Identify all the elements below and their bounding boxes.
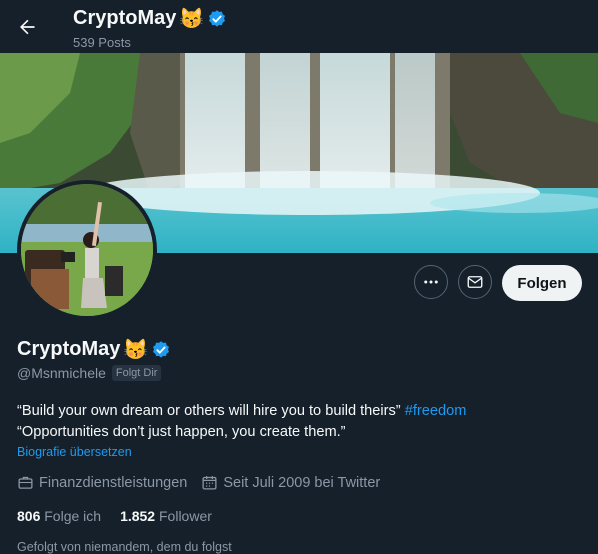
bio-line-2: “Opportunities don’t just happen, you cr… (17, 424, 346, 440)
follow-stats: 806 Folge ich 1.852 Follower (17, 508, 231, 524)
avatar[interactable] (21, 184, 153, 316)
joined-label: Seit Juli 2009 bei Twitter (223, 474, 381, 491)
follows-you-badge: Folgt Dir (111, 365, 162, 381)
back-button[interactable] (14, 14, 40, 40)
follow-button[interactable]: Folgen (502, 265, 582, 301)
profile-name-text: CryptoMay (17, 338, 121, 360)
profile-meta: Finanzdienstleistungen Seit Juli 2009 be… (17, 474, 394, 491)
arrow-left-icon (20, 19, 35, 35)
handle-row: @Msnmichele Folgt Dir (17, 365, 162, 381)
hashtag-link[interactable]: #freedom (405, 403, 467, 419)
category-item: Finanzdienstleistungen (17, 474, 187, 491)
profile-bio: “Build your own dream or others will hir… (17, 401, 466, 443)
profile-display-name: CryptoMay 😽 (17, 337, 171, 362)
profile-handle: @Msnmichele (17, 365, 106, 381)
header-display-name: CryptoMay 😽 (73, 6, 227, 31)
following-count: 806 (17, 508, 41, 524)
bio-line-1: “Build your own dream or others will hir… (17, 401, 466, 422)
more-dots-icon (424, 280, 438, 284)
followers-link[interactable]: 1.852 Follower (120, 508, 212, 524)
translate-bio-link[interactable]: Biografie übersetzen (17, 445, 132, 459)
profile-header: CryptoMay 😽 539 Posts (0, 0, 598, 53)
avatar-image (21, 184, 153, 316)
verified-badge-icon (209, 9, 226, 27)
header-name-text: CryptoMay (73, 7, 177, 29)
joined-item: Seit Juli 2009 bei Twitter (201, 474, 380, 491)
following-label: Folge ich (44, 508, 102, 524)
posts-count: 539 Posts (73, 35, 131, 50)
known-followers-text: Gefolgt von niemandem, dem du folgst (17, 540, 232, 554)
envelope-icon (467, 276, 483, 288)
followers-count: 1.852 (120, 508, 156, 524)
briefcase-icon (18, 476, 33, 489)
bio-quote-1: “Build your own dream or others will hir… (17, 403, 401, 419)
kissing-cat-emoji: 😽 (179, 8, 205, 30)
verified-badge-icon[interactable] (151, 340, 171, 360)
following-link[interactable]: 806 Folge ich (17, 508, 101, 524)
kissing-cat-emoji: 😽 (123, 339, 149, 361)
more-button[interactable] (414, 265, 448, 299)
followers-label: Follower (159, 508, 212, 524)
category-label: Finanzdienstleistungen (39, 474, 188, 491)
calendar-icon (202, 476, 217, 490)
message-button[interactable] (458, 265, 492, 299)
